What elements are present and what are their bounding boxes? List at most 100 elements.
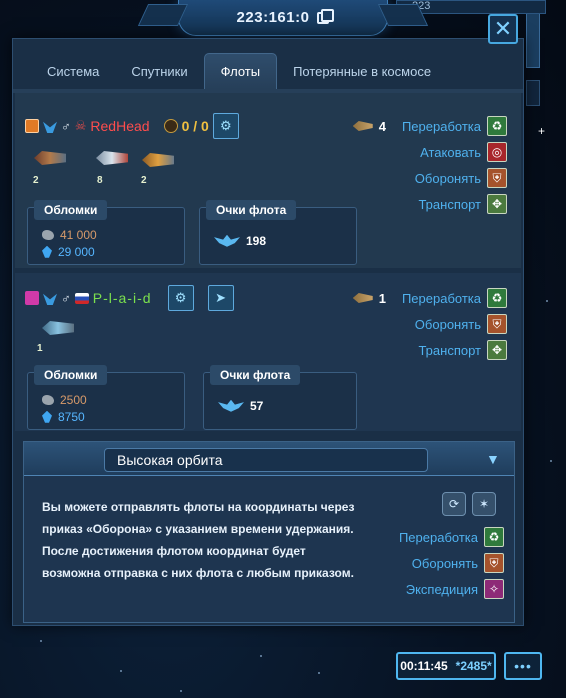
action-recycle[interactable]: Переработка ♻: [399, 524, 504, 550]
crystal-value: 8750: [58, 410, 85, 424]
action-label[interactable]: Оборонять: [412, 556, 478, 571]
action-recycle[interactable]: 1 Переработка ♻: [352, 285, 507, 311]
action-defend[interactable]: Оборонять ⛨: [399, 550, 504, 576]
recycle-icon[interactable]: ♻: [487, 288, 507, 308]
action-defend[interactable]: Оборонять ⛨: [353, 165, 507, 191]
emblem-icon: [163, 119, 178, 133]
action-label[interactable]: Переработка: [402, 119, 481, 134]
tab-fleets[interactable]: Флоты: [203, 53, 278, 89]
recycle-icon[interactable]: ♻: [484, 527, 504, 547]
ship-count: 1: [37, 343, 43, 354]
ship-count: 2: [33, 175, 39, 186]
timer-time: 00:11:45: [400, 659, 448, 673]
action-label[interactable]: Транспорт: [418, 197, 481, 212]
action-label[interactable]: Оборонять: [415, 317, 481, 332]
action-expedition[interactable]: Экспедиция ✧: [399, 576, 504, 602]
shield-icon[interactable]: ⛨: [487, 314, 507, 334]
crystal-row: 29 000: [42, 243, 95, 261]
tab-system[interactable]: Система: [31, 53, 115, 89]
metal-value: 41 000: [60, 228, 97, 242]
wings-icon: [214, 234, 240, 247]
action-label[interactable]: Переработка: [399, 530, 478, 545]
metal-row: 41 000: [42, 226, 97, 244]
fleet-points-label: Очки флота: [210, 365, 301, 385]
orbit-actions: Переработка ♻ Оборонять ⛨ Экспедиция ✧: [399, 524, 504, 602]
attack-icon[interactable]: ◎: [487, 142, 507, 162]
high-orbit-header[interactable]: Высокая орбита ▼: [24, 442, 514, 476]
ship-count: 8: [97, 175, 103, 186]
timer-box[interactable]: 00:11:45 *2485*: [396, 652, 496, 680]
crystal-value: 29 000: [58, 245, 95, 259]
close-icon[interactable]: ✕: [494, 18, 512, 40]
orbit-shield-icon: ✶: [472, 492, 496, 516]
race-icon: [43, 293, 57, 305]
fleet-owner-row: ♂ ☠ RedHead 0 / 0 ⚙: [25, 113, 239, 139]
fleet-slots: 0 / 0: [181, 118, 209, 134]
player-name[interactable]: P-l-a-i-d: [93, 290, 152, 306]
debris-label: Обломки: [34, 365, 108, 385]
ship-drone-icon: [39, 317, 77, 341]
fleet-owner-row: ♂ P-l-a-i-d ⚙ ➤: [25, 285, 234, 311]
points-row: 198: [214, 232, 266, 250]
action-defend[interactable]: Оборонять ⛨: [353, 311, 507, 337]
tab-satellites[interactable]: Спутники: [115, 53, 203, 89]
tab-bar: Система Спутники Флоты Потерянные в косм…: [31, 53, 447, 89]
action-label[interactable]: Транспорт: [418, 343, 481, 358]
action-attack[interactable]: Атаковать ◎: [353, 139, 507, 165]
shield-icon[interactable]: ⛨: [484, 553, 504, 573]
action-recycle[interactable]: 4 Переработка ♻: [352, 113, 507, 139]
recycle-icon[interactable]: ♻: [487, 116, 507, 136]
orbit-status-icons: ⟳ ✶: [442, 492, 496, 516]
fleet-composition-icon[interactable]: ⚙: [167, 285, 194, 311]
chat-button[interactable]: •••: [504, 652, 542, 680]
fleet-entry: ♂ P-l-a-i-d ⚙ ➤ 1 Обломки 2500 8750 Очки…: [15, 273, 521, 431]
action-transport[interactable]: Транспорт ✥: [353, 337, 507, 363]
ship-count: 2: [141, 175, 147, 186]
chat-dots-icon: •••: [514, 658, 532, 674]
action-label[interactable]: Переработка: [402, 291, 481, 306]
expedition-icon[interactable]: ✧: [484, 579, 504, 599]
player-name[interactable]: RedHead: [90, 118, 149, 134]
fleet-mission-icon[interactable]: ➤: [207, 285, 234, 311]
fleet-composition-icon[interactable]: ⚙: [212, 113, 239, 139]
high-orbit-title: Высокая орбита: [104, 448, 428, 472]
transport-icon[interactable]: ✥: [487, 194, 507, 214]
fleet-points-box: Очки флота 198: [199, 200, 357, 265]
crystal-icon: [42, 410, 52, 423]
header-wing-left: [137, 4, 189, 26]
points-row: 57: [218, 397, 263, 415]
recycler-count-value: 1: [378, 290, 386, 306]
chevron-down-icon[interactable]: ▼: [486, 451, 504, 467]
fleet-points-box: Очки флота 57: [203, 365, 357, 430]
fleet-actions: 4 Переработка ♻ Атаковать ◎ Оборонять ⛨ …: [352, 113, 507, 217]
planet-panel: Система Спутники Флоты Потерянные в косм…: [12, 38, 524, 626]
fleet-points-value: 198: [246, 234, 267, 248]
transport-icon[interactable]: ✥: [487, 340, 507, 360]
debris-box: Обломки 2500 8750: [27, 365, 185, 430]
copy-icon[interactable]: [317, 8, 335, 24]
coordinates-text: 223:161:0: [236, 9, 310, 26]
crystal-icon: [42, 245, 52, 258]
fleet-points-label: Очки флота: [206, 200, 297, 220]
fleet-actions: 1 Переработка ♻ Оборонять ⛨ Транспорт ✥: [352, 285, 507, 363]
recycler-count: 1: [352, 290, 386, 306]
credits-value: *2485*: [455, 659, 492, 673]
skull-icon: ☠: [74, 118, 87, 133]
ship-heavy-icon: [31, 147, 69, 171]
metal-value: 2500: [60, 393, 87, 407]
coordinates-header: 223:161:0: [137, 0, 429, 36]
action-label[interactable]: Экспедиция: [406, 582, 478, 597]
high-orbit-description: Вы можете отправлять флоты на координаты…: [42, 500, 355, 580]
metal-row: 2500: [42, 391, 87, 409]
alliance-icon: [25, 291, 39, 305]
action-label[interactable]: Атаковать: [420, 145, 481, 160]
alliance-icon: [25, 119, 39, 133]
metal-icon: [42, 394, 54, 405]
tab-lost-in-space[interactable]: Потерянные в космосе: [277, 53, 447, 89]
action-label[interactable]: Оборонять: [415, 171, 481, 186]
action-transport[interactable]: Транспорт ✥: [353, 191, 507, 217]
close-button[interactable]: ✕: [488, 14, 518, 44]
fleet-points-value: 57: [250, 399, 264, 413]
shield-icon[interactable]: ⛨: [487, 168, 507, 188]
flag-icon: [74, 292, 89, 304]
